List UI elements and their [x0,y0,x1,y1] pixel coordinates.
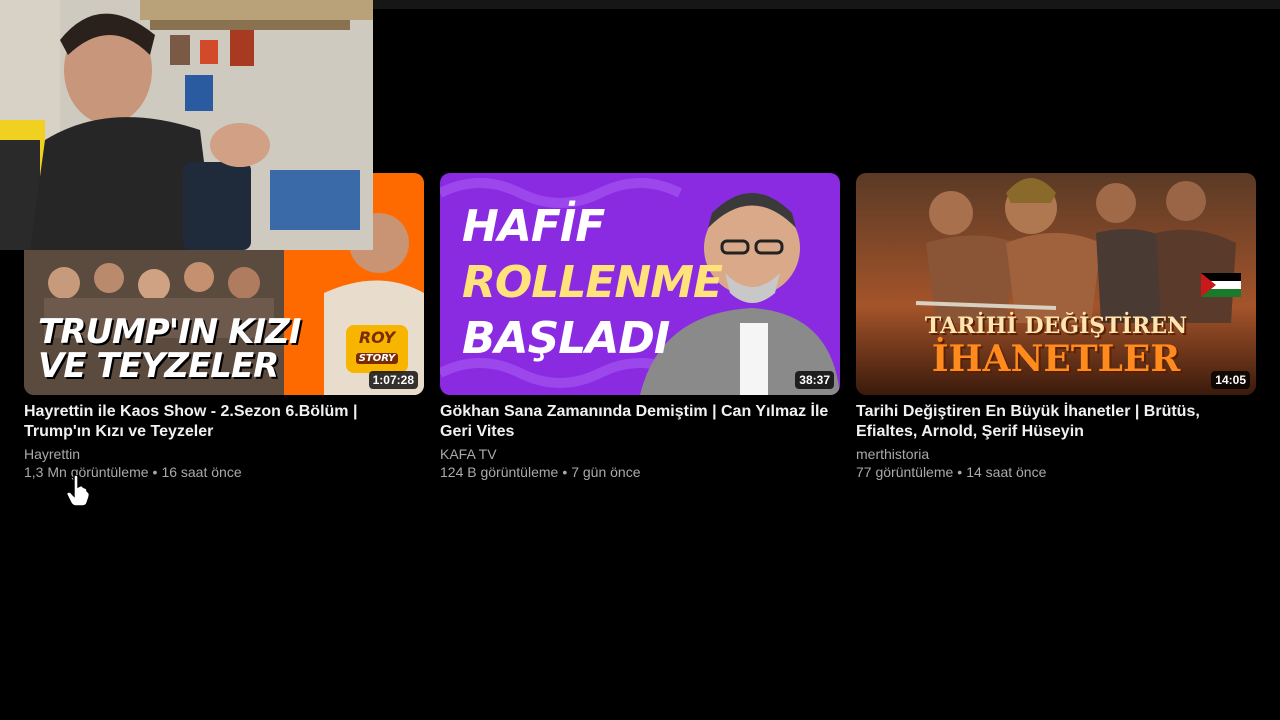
webcam-image [0,0,373,250]
webcam-overlay [0,0,373,250]
video-grid-page: TRUMP'IN KIZI VE TEYZELER ROY STORY 1:07… [0,0,1280,720]
video-title[interactable]: Hayrettin ile Kaos Show - 2.Sezon 6.Bölü… [24,402,424,442]
video-card-3[interactable]: TARİHİ DEĞİŞTİREN İHANETLER 14:05 Tarihi… [856,173,1256,481]
video-metadata: 77 görüntüleme • 14 saat önce [856,463,1256,481]
upload-age: 16 saat önce [161,464,242,480]
video-title[interactable]: Tarihi Değiştiren En Büyük İhanetler | B… [856,402,1256,442]
thumbnail-caption: TRUMP'IN KIZI VE TEYZELER [38,312,301,386]
thumbnail-caption: TARİHİ DEĞİŞTİREN İHANETLER [924,313,1188,380]
video-metadata: 124 B görüntüleme • 7 gün önce [440,463,840,481]
view-count: 77 görüntüleme [856,464,954,480]
thumbnail-caption: HAFİF ROLLENME BAŞLADI [462,201,723,364]
video-title[interactable]: Gökhan Sana Zamanında Demiştim | Can Yıl… [440,402,840,442]
upload-age: 14 saat önce [966,464,1047,480]
duration-badge: 1:07:28 [368,371,418,389]
duration-badge: 38:37 [795,371,834,389]
hand-pointer-cursor-icon [66,475,90,507]
upload-age: 7 gün önce [571,464,641,480]
view-count: 124 B görüntüleme [440,464,559,480]
channel-name[interactable]: KAFA TV [440,445,840,463]
video-thumbnail[interactable]: TARİHİ DEĞİŞTİREN İHANETLER 14:05 [856,173,1256,395]
show-logo-badge: ROY STORY [346,325,408,373]
duration-badge: 14:05 [1211,371,1250,389]
channel-name[interactable]: Hayrettin [24,445,424,463]
separator-dot: • [957,464,963,480]
separator-dot: • [562,464,568,480]
video-thumbnail[interactable]: HAFİF ROLLENME BAŞLADI 38:37 [440,173,840,395]
channel-name[interactable]: merthistoria [856,445,1256,463]
video-card-2[interactable]: HAFİF ROLLENME BAŞLADI 38:37 Gökhan Sana… [440,173,840,481]
separator-dot: • [152,464,158,480]
